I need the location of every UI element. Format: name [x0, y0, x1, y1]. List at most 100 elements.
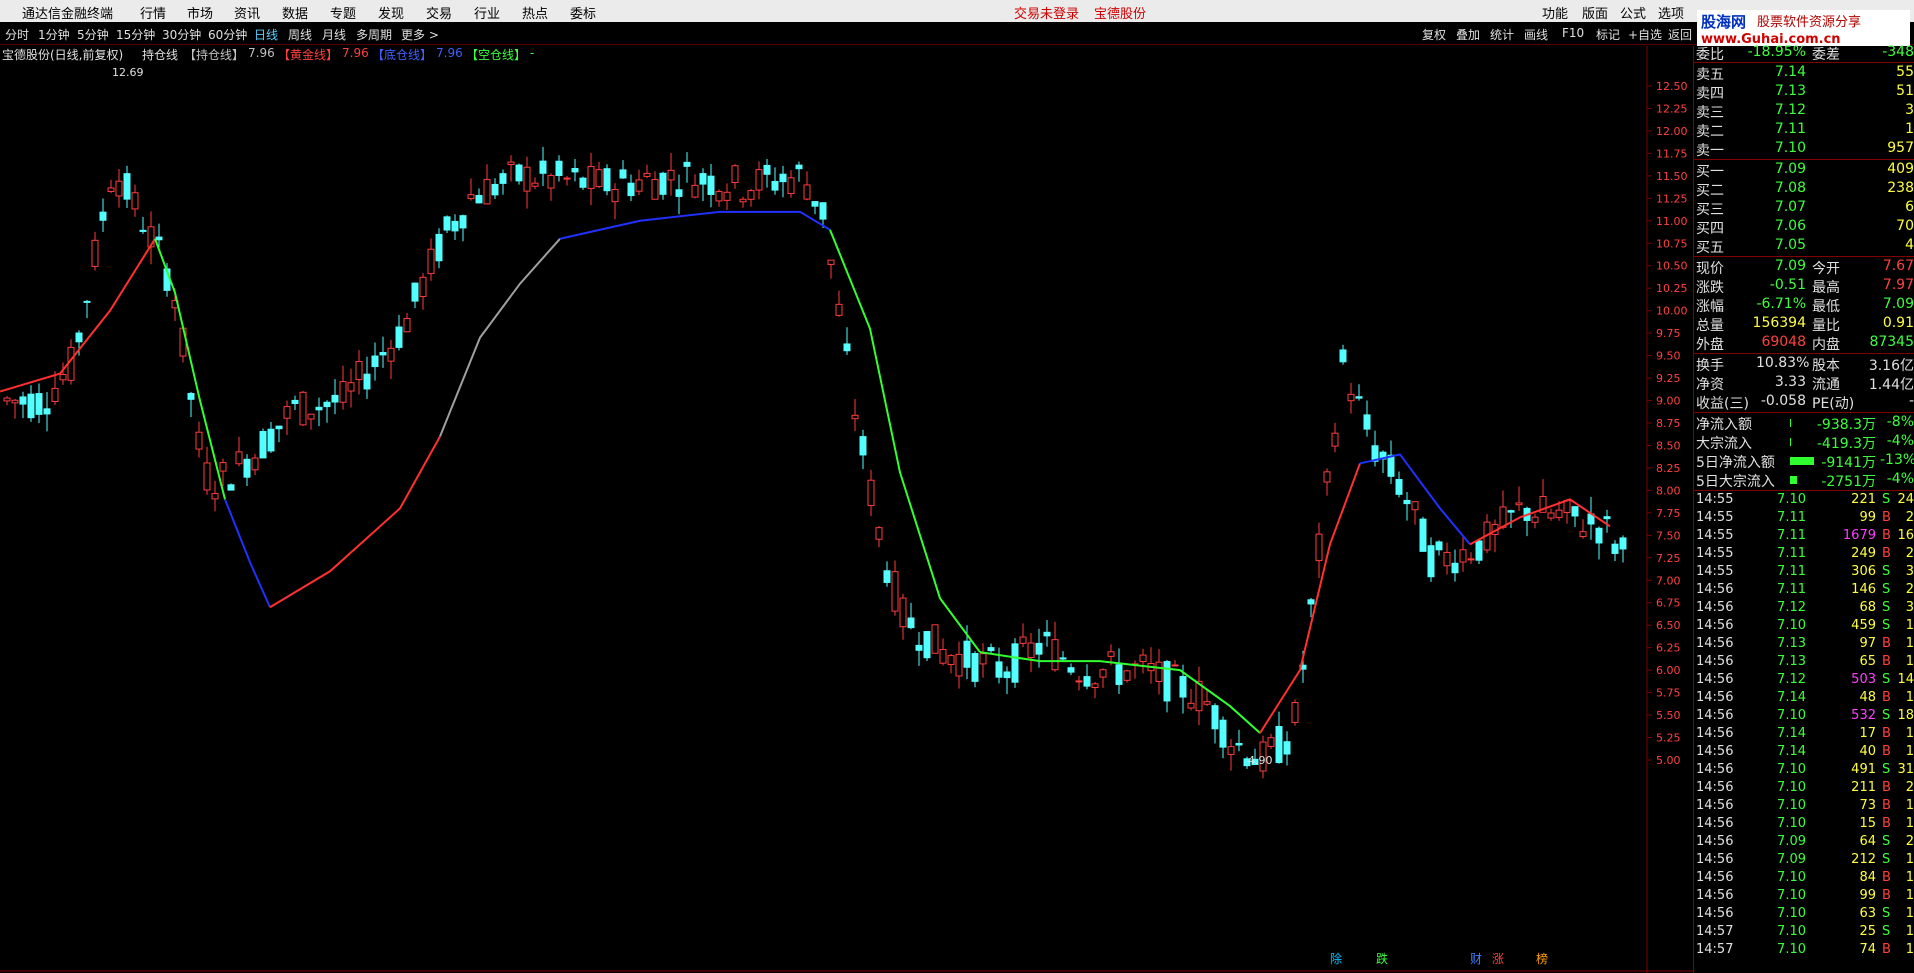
- candle-body: [1027, 642, 1035, 659]
- candle-body: [1555, 509, 1563, 518]
- ask-row[interactable]: 卖四 7.13 51: [1696, 83, 1914, 102]
- tick-row: 14:56 7.10 63 S 1: [1696, 906, 1914, 921]
- bid-row[interactable]: 买一 7.09 409: [1696, 161, 1914, 180]
- menu-item-gongshi[interactable]: 公式: [1620, 3, 1646, 22]
- candle-body: [51, 387, 59, 402]
- weibi-row: 委比 -18.95% 委差 -348: [1696, 44, 1914, 63]
- candle-body: [787, 177, 795, 195]
- fund-flow-row: 5日净流入额 -9141万 -13%: [1696, 452, 1914, 471]
- candle-body: [1075, 680, 1083, 683]
- bid-row[interactable]: 买二 7.08 238: [1696, 180, 1914, 199]
- candle-body: [139, 229, 147, 232]
- candle-body: [371, 355, 379, 368]
- btn-fanhui[interactable]: 返回: [1668, 26, 1692, 43]
- menu-item-hangye[interactable]: 行业: [474, 3, 500, 22]
- menu-item-shichang[interactable]: 市场: [187, 3, 213, 22]
- candle-body: [979, 653, 987, 665]
- menu-item-weibiao[interactable]: 委标: [570, 3, 596, 22]
- period-5min[interactable]: 5分钟: [77, 26, 109, 43]
- ask-row[interactable]: 卖三 7.12 3: [1696, 102, 1914, 121]
- period-fenshi[interactable]: 分时: [5, 26, 29, 43]
- candle-body: [419, 276, 427, 297]
- period-weekly[interactable]: 周线: [288, 26, 312, 43]
- menu-item-redian[interactable]: 热点: [522, 3, 548, 22]
- candle-body: [1355, 396, 1363, 399]
- menu-item-xuanxiang[interactable]: 选项: [1658, 3, 1684, 22]
- menu-item-banmian[interactable]: 版面: [1582, 3, 1608, 22]
- y-tick-label: 11.50: [1656, 170, 1688, 183]
- ask-row[interactable]: 卖二 7.11 1: [1696, 121, 1914, 140]
- candle-body: [643, 172, 651, 177]
- period-monthly[interactable]: 月线: [322, 26, 346, 43]
- candle-body: [563, 177, 571, 180]
- kline-chart[interactable]: 12.50 12.25 12.00 11.75 11.50 11.25 11.00 10.75…: [0, 46, 1693, 973]
- candle-body: [451, 220, 459, 232]
- period-15min[interactable]: 15分钟: [116, 26, 155, 43]
- candle-body: [379, 352, 387, 356]
- candle-body: [915, 644, 923, 651]
- candle-body: [659, 172, 667, 195]
- menu-item-zhuanti[interactable]: 专题: [330, 3, 356, 22]
- btn-f10[interactable]: F10: [1562, 26, 1584, 40]
- candle-body: [323, 401, 331, 408]
- btn-fuquan[interactable]: 复权: [1422, 26, 1446, 43]
- btn-zixuan[interactable]: +自选: [1628, 26, 1662, 43]
- menu-item-gongneng[interactable]: 功能: [1542, 3, 1568, 22]
- ask-row[interactable]: 卖一 7.10 957: [1696, 140, 1914, 159]
- candle-body: [1547, 512, 1555, 519]
- period-more[interactable]: 更多 >: [401, 26, 439, 43]
- tick-row: 14:56 7.14 40 B 1: [1696, 744, 1914, 759]
- candle-body: [899, 597, 907, 628]
- chicang-value: 7.96: [248, 46, 275, 60]
- fundamental-row: 净资 3.33 流通 1.44亿: [1696, 374, 1914, 393]
- candle-body: [931, 624, 939, 654]
- indicator-name[interactable]: 持仓线: [142, 46, 178, 63]
- bid-row[interactable]: 买四 7.06 70: [1696, 218, 1914, 237]
- menu-item-hangqing[interactable]: 行情: [140, 3, 166, 22]
- period-daily[interactable]: 日线: [254, 26, 278, 43]
- y-tick-label: 6.25: [1656, 642, 1681, 655]
- candle-body: [523, 166, 531, 192]
- candle-body: [1451, 562, 1459, 574]
- btn-biaoji[interactable]: 标记: [1596, 26, 1620, 43]
- y-tick-label: 9.75: [1656, 327, 1681, 340]
- candle-body: [603, 168, 611, 192]
- btn-huaxian[interactable]: 画线: [1524, 26, 1548, 43]
- bid-row[interactable]: 买五 7.05 4: [1696, 237, 1914, 256]
- candle-body: [211, 493, 219, 500]
- stat-row: 涨跌 -0.51 最高 7.97: [1696, 277, 1914, 296]
- candle-body: [1435, 541, 1443, 551]
- period-60min[interactable]: 60分钟: [208, 26, 247, 43]
- y-tick-label: 5.25: [1656, 732, 1681, 745]
- candle-body: [1411, 501, 1419, 511]
- y-tick-label: 11.25: [1656, 192, 1688, 205]
- candle-body: [1331, 432, 1339, 447]
- candle-body: [1267, 737, 1275, 747]
- fundamental-row: 收益(三) -0.058 PE(动) -: [1696, 393, 1914, 412]
- y-tick-label: 11.00: [1656, 215, 1688, 228]
- candle-body: [83, 300, 91, 303]
- menu-item-shuju[interactable]: 数据: [282, 3, 308, 22]
- period-30min[interactable]: 30分钟: [162, 26, 201, 43]
- ask-row[interactable]: 卖五 7.14 55: [1696, 64, 1914, 83]
- candle-body: [587, 165, 595, 189]
- login-status[interactable]: 交易未登录: [1014, 3, 1079, 22]
- bid-row[interactable]: 买三 7.07 6: [1696, 199, 1914, 218]
- candle-body: [779, 173, 787, 183]
- tick-row: 14:56 7.10 99 B 1: [1696, 888, 1914, 903]
- candle-body: [1515, 502, 1523, 506]
- period-1min[interactable]: 1分钟: [38, 26, 70, 43]
- tick-row: 14:56 7.10 491 S 31: [1696, 762, 1914, 777]
- menu-item-zixun[interactable]: 资讯: [234, 3, 260, 22]
- btn-diejia[interactable]: 叠加: [1456, 26, 1480, 43]
- menu-item-faxian[interactable]: 发现: [378, 3, 404, 22]
- candle-body: [1459, 549, 1467, 563]
- btn-tongji[interactable]: 统计: [1490, 26, 1514, 43]
- y-tick-label: 10.25: [1656, 282, 1688, 295]
- logo-slogan: 股票软件资源分享: [1757, 14, 1861, 30]
- tick-row: 14:56 7.14 48 B 1: [1696, 690, 1914, 705]
- menu-item-jiaoyi[interactable]: 交易: [426, 3, 452, 22]
- base-line-seg: [1359, 453, 1471, 545]
- event-marker: 榜: [1536, 951, 1548, 966]
- period-multi[interactable]: 多周期: [356, 26, 392, 43]
